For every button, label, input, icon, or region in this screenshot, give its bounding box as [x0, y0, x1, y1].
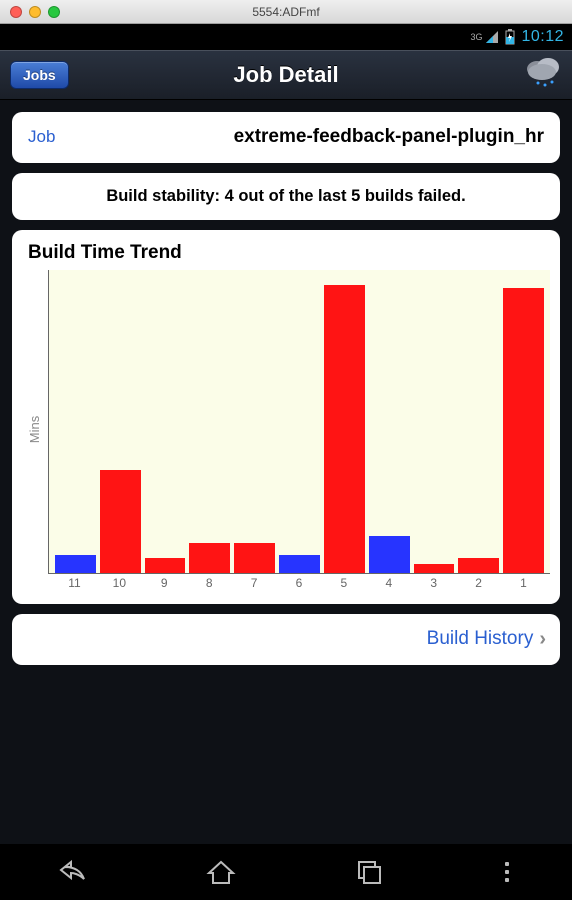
build-history-link[interactable]: Build History	[427, 628, 534, 650]
chart-bar	[55, 555, 96, 573]
battery-icon	[505, 29, 515, 45]
chart-xlabel: 9	[144, 576, 185, 590]
chart-xlabel: 7	[234, 576, 275, 590]
chart-xlabels: 11 10 987654321	[48, 574, 550, 590]
chart-bar	[414, 564, 455, 573]
chart-bar	[458, 558, 499, 573]
stability-card: Build stability: 4 out of the last 5 bui…	[12, 173, 560, 220]
chevron-right-icon: ›	[539, 628, 546, 651]
chart-xlabel: 11	[54, 576, 95, 590]
android-statusbar: 3G 10:12	[0, 24, 572, 50]
chart-card: Build Time Trend Mins 11 10 987654321	[12, 230, 560, 604]
job-name-card: Job extreme-feedback-panel-plugin_hr	[12, 112, 560, 163]
signal-icon	[485, 30, 499, 44]
app-body: Job extreme-feedback-panel-plugin_hr Bui…	[0, 100, 572, 844]
chart-bar	[369, 536, 410, 572]
chart-ylabel: Mins	[28, 416, 43, 443]
stability-text: Build stability: 4 out of the last 5 bui…	[28, 187, 544, 206]
chart-xlabel: 5	[323, 576, 364, 590]
android-navbar	[0, 844, 572, 900]
chart-xlabel: 1	[503, 576, 544, 590]
mac-titlebar: 5554:ADFmf	[0, 0, 572, 24]
rain-cloud-icon	[522, 55, 562, 95]
mac-window: 5554:ADFmf 3G 10:12 Jobs Job Detail	[0, 0, 572, 900]
chart-xlabel: 6	[279, 576, 320, 590]
statusbar-time: 10:12	[521, 28, 564, 46]
chart-xlabel: 3	[413, 576, 454, 590]
network-type-label: 3G	[470, 33, 482, 42]
job-name: extreme-feedback-panel-plugin_hr	[67, 126, 544, 149]
jobs-back-button[interactable]: Jobs	[10, 61, 69, 89]
chart-title: Build Time Trend	[28, 242, 550, 264]
chart-xlabel: 10	[99, 576, 140, 590]
chart-plot-area	[48, 270, 550, 574]
chart-bar	[324, 285, 365, 573]
android-emulator: 3G 10:12 Jobs Job Detail	[0, 24, 572, 900]
build-history-row[interactable]: Build History ›	[12, 614, 560, 665]
chart-xlabel: 4	[368, 576, 409, 590]
back-button[interactable]	[57, 855, 91, 889]
chart-xlabel: 2	[458, 576, 499, 590]
chart-bar	[189, 543, 230, 573]
chart-bar	[234, 543, 275, 573]
chart-bar	[145, 558, 186, 573]
overflow-button[interactable]	[499, 862, 515, 882]
chart-bar	[279, 555, 320, 573]
page-title: Job Detail	[0, 62, 572, 88]
mac-window-title: 5554:ADFmf	[0, 5, 572, 19]
home-button[interactable]	[204, 855, 238, 889]
app-header: Jobs Job Detail	[0, 50, 572, 100]
chart: Mins 11 10 987654321	[22, 270, 550, 590]
job-label: Job	[28, 127, 55, 147]
chart-bar	[100, 470, 141, 573]
recents-button[interactable]	[352, 855, 386, 889]
chart-xlabel: 8	[189, 576, 230, 590]
chart-bar	[503, 288, 544, 573]
